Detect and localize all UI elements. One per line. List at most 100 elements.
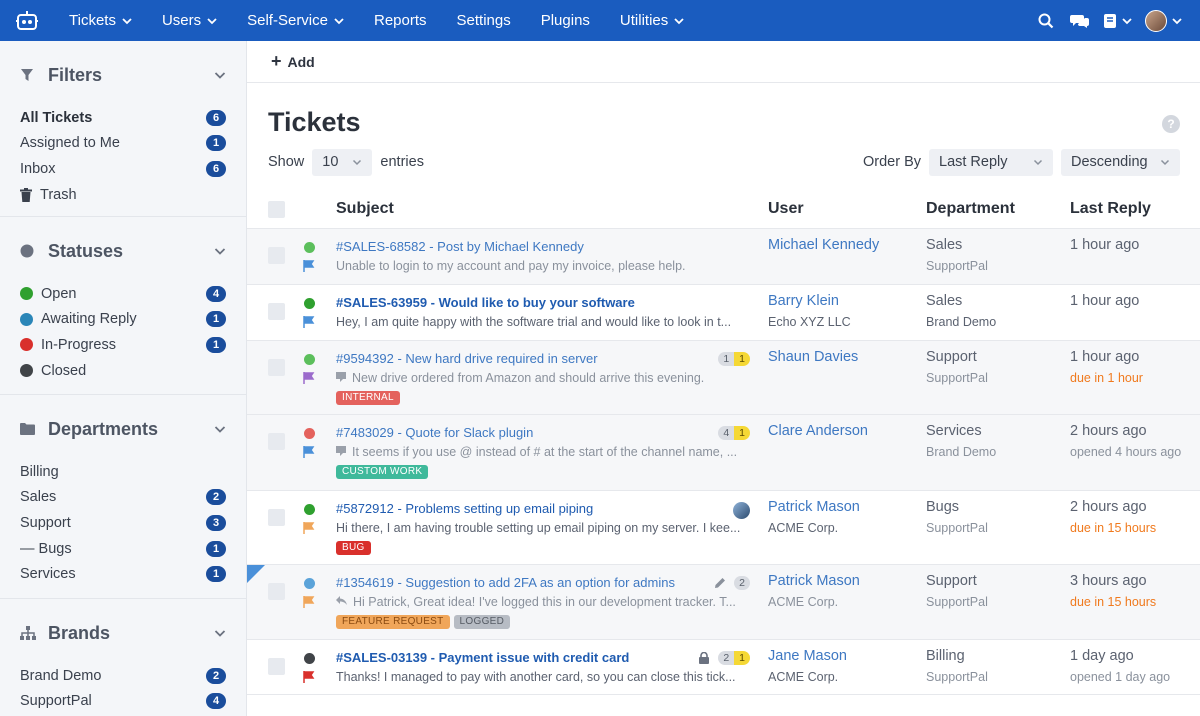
ticket-subject-link[interactable]: #SALES-63959 - Would like to buy your so… (336, 295, 635, 310)
statuses-header[interactable]: Statuses (20, 217, 226, 281)
ticket-department: Bugs (926, 499, 960, 515)
nav-tickets[interactable]: Tickets (54, 0, 147, 41)
brand-item-brand-demo[interactable]: Brand Demo 2 (20, 663, 226, 689)
ticket-subject-link[interactable]: #1354619 - Suggestion to add 2FA as an o… (336, 575, 675, 590)
ticket-user-link[interactable]: Patrick Mason (768, 499, 860, 515)
tag-logged[interactable]: LOGGED (453, 615, 511, 629)
nav-users[interactable]: Users (147, 0, 232, 41)
department-item-support[interactable]: Support 3 (20, 510, 226, 536)
department-item-services[interactable]: Services 1 (20, 561, 226, 587)
nav-reports[interactable]: Reports (359, 0, 442, 41)
ticket-user-link[interactable]: Patrick Mason (768, 573, 860, 589)
ticket-subject-link[interactable]: #9594392 - New hard drive required in se… (336, 351, 598, 366)
tag-feature-request[interactable]: FEATURE REQUEST (336, 615, 450, 629)
flag-icon[interactable] (303, 522, 315, 534)
status-item-closed[interactable]: Closed (20, 358, 226, 384)
add-button[interactable]: + Add (271, 51, 315, 72)
notes-icon[interactable] (1097, 0, 1137, 41)
flag-icon[interactable] (303, 372, 315, 384)
count-badge: 2 (206, 667, 226, 684)
row-checkbox[interactable] (268, 583, 285, 600)
department-item-sales[interactable]: Sales 2 (20, 485, 226, 511)
row-checkbox[interactable] (268, 509, 285, 526)
column-department[interactable]: Department (926, 200, 1015, 218)
ticket-user-link[interactable]: Clare Anderson (768, 423, 868, 439)
row-checkbox[interactable] (268, 359, 285, 376)
direction-select[interactable]: Descending (1061, 148, 1180, 176)
row-checkbox[interactable] (268, 658, 285, 675)
ticket-user-link[interactable]: Michael Kennedy (768, 237, 879, 253)
table-row[interactable]: #5872912 - Problems setting up email pip… (247, 491, 1200, 565)
chevron-down-icon (1033, 159, 1043, 166)
entries-label: entries (380, 154, 424, 170)
tag-bug[interactable]: BUG (336, 541, 371, 555)
nav-utilities[interactable]: Utilities (605, 0, 699, 41)
page-title: Tickets (268, 107, 361, 137)
flag-icon[interactable] (303, 671, 315, 683)
tag-custom-work[interactable]: CUSTOM WORK (336, 465, 429, 479)
select-all-checkbox[interactable] (268, 201, 285, 218)
chat-icon[interactable] (1063, 0, 1097, 41)
nav-plugins[interactable]: Plugins (526, 0, 605, 41)
column-subject[interactable]: Subject (336, 200, 394, 218)
filters-header[interactable]: Filters (20, 41, 226, 105)
department-item-billing[interactable]: Billing (20, 459, 226, 485)
ticket-subject-link[interactable]: #SALES-03139 - Payment issue with credit… (336, 650, 629, 665)
robot-logo-icon[interactable] (0, 0, 54, 41)
chevron-down-icon[interactable] (214, 627, 226, 639)
row-checkbox[interactable] (268, 303, 285, 320)
nav-settings[interactable]: Settings (442, 0, 526, 41)
brand-item-supportpal[interactable]: SupportPal 4 (20, 689, 226, 715)
table-row[interactable]: #SALES-68582 - Post by Michael Kennedy U… (247, 229, 1200, 285)
row-checkbox[interactable] (268, 433, 285, 450)
status-item-open[interactable]: Open 4 (20, 281, 226, 307)
ticket-user-link[interactable]: Shaun Davies (768, 349, 858, 365)
table-row[interactable]: #1354619 - Suggestion to add 2FA as an o… (247, 565, 1200, 640)
ticket-user-link[interactable]: Jane Mason (768, 648, 847, 664)
tag-internal[interactable]: INTERNAL (336, 391, 400, 405)
reply-count: 2 (734, 576, 750, 590)
entries-select[interactable]: 10 (312, 148, 373, 176)
ticket-brand: SupportPal (926, 595, 988, 609)
table-row[interactable]: #7483029 - Quote for Slack plugin 41 It … (247, 415, 1200, 491)
user-menu[interactable] (1145, 9, 1182, 32)
table-row[interactable]: #SALES-63959 - Would like to buy your so… (247, 285, 1200, 341)
order-by-select[interactable]: Last Reply (929, 148, 1053, 176)
brands-section: Brands Brand Demo 2 SupportPal 4 (0, 599, 246, 714)
count-badge: 2 (206, 489, 226, 506)
chevron-down-icon[interactable] (214, 69, 226, 81)
ticket-excerpt: Hey, I am quite happy with the software … (336, 315, 732, 329)
chevron-down-icon[interactable] (214, 423, 226, 435)
search-icon[interactable] (1029, 0, 1063, 41)
status-dot (20, 287, 33, 301)
table-row[interactable]: #SALES-03139 - Payment issue with credit… (247, 640, 1200, 695)
filter-item-inbox[interactable]: Inbox 6 (20, 156, 226, 182)
row-checkbox[interactable] (268, 247, 285, 264)
chevron-down-icon[interactable] (214, 245, 226, 257)
column-user[interactable]: User (768, 200, 804, 218)
status-item-in-progress[interactable]: In-Progress 1 (20, 332, 226, 358)
status-label: Open (41, 285, 77, 302)
ticket-user-link[interactable]: Barry Klein (768, 293, 839, 309)
status-item-awaiting-reply[interactable]: Awaiting Reply 1 (20, 307, 226, 333)
flag-icon[interactable] (303, 260, 315, 272)
flag-icon[interactable] (303, 596, 315, 608)
filter-item-all-tickets[interactable]: All Tickets 6 (20, 105, 226, 131)
lock-icon (699, 652, 710, 664)
ticket-subject-link[interactable]: #7483029 - Quote for Slack plugin (336, 425, 533, 440)
help-icon[interactable]: ? (1162, 115, 1180, 133)
brands-header[interactable]: Brands (20, 599, 226, 663)
departments-header[interactable]: Departments (20, 395, 226, 459)
department-item-bugs[interactable]: — Bugs 1 (20, 536, 226, 562)
nav-self-service[interactable]: Self-Service (232, 0, 359, 41)
ticket-subject-link[interactable]: #5872912 - Problems setting up email pip… (336, 501, 593, 516)
status-dot (304, 504, 315, 515)
ticket-list: #SALES-68582 - Post by Michael Kennedy U… (247, 229, 1200, 695)
ticket-subject-link[interactable]: #SALES-68582 - Post by Michael Kennedy (336, 239, 584, 254)
column-last-reply[interactable]: Last Reply (1070, 200, 1151, 218)
filter-item-trash[interactable]: Trash (20, 182, 226, 208)
flag-icon[interactable] (303, 446, 315, 458)
table-row[interactable]: #9594392 - New hard drive required in se… (247, 341, 1200, 415)
flag-icon[interactable] (303, 316, 315, 328)
filter-item-assigned-to-me[interactable]: Assigned to Me 1 (20, 131, 226, 157)
